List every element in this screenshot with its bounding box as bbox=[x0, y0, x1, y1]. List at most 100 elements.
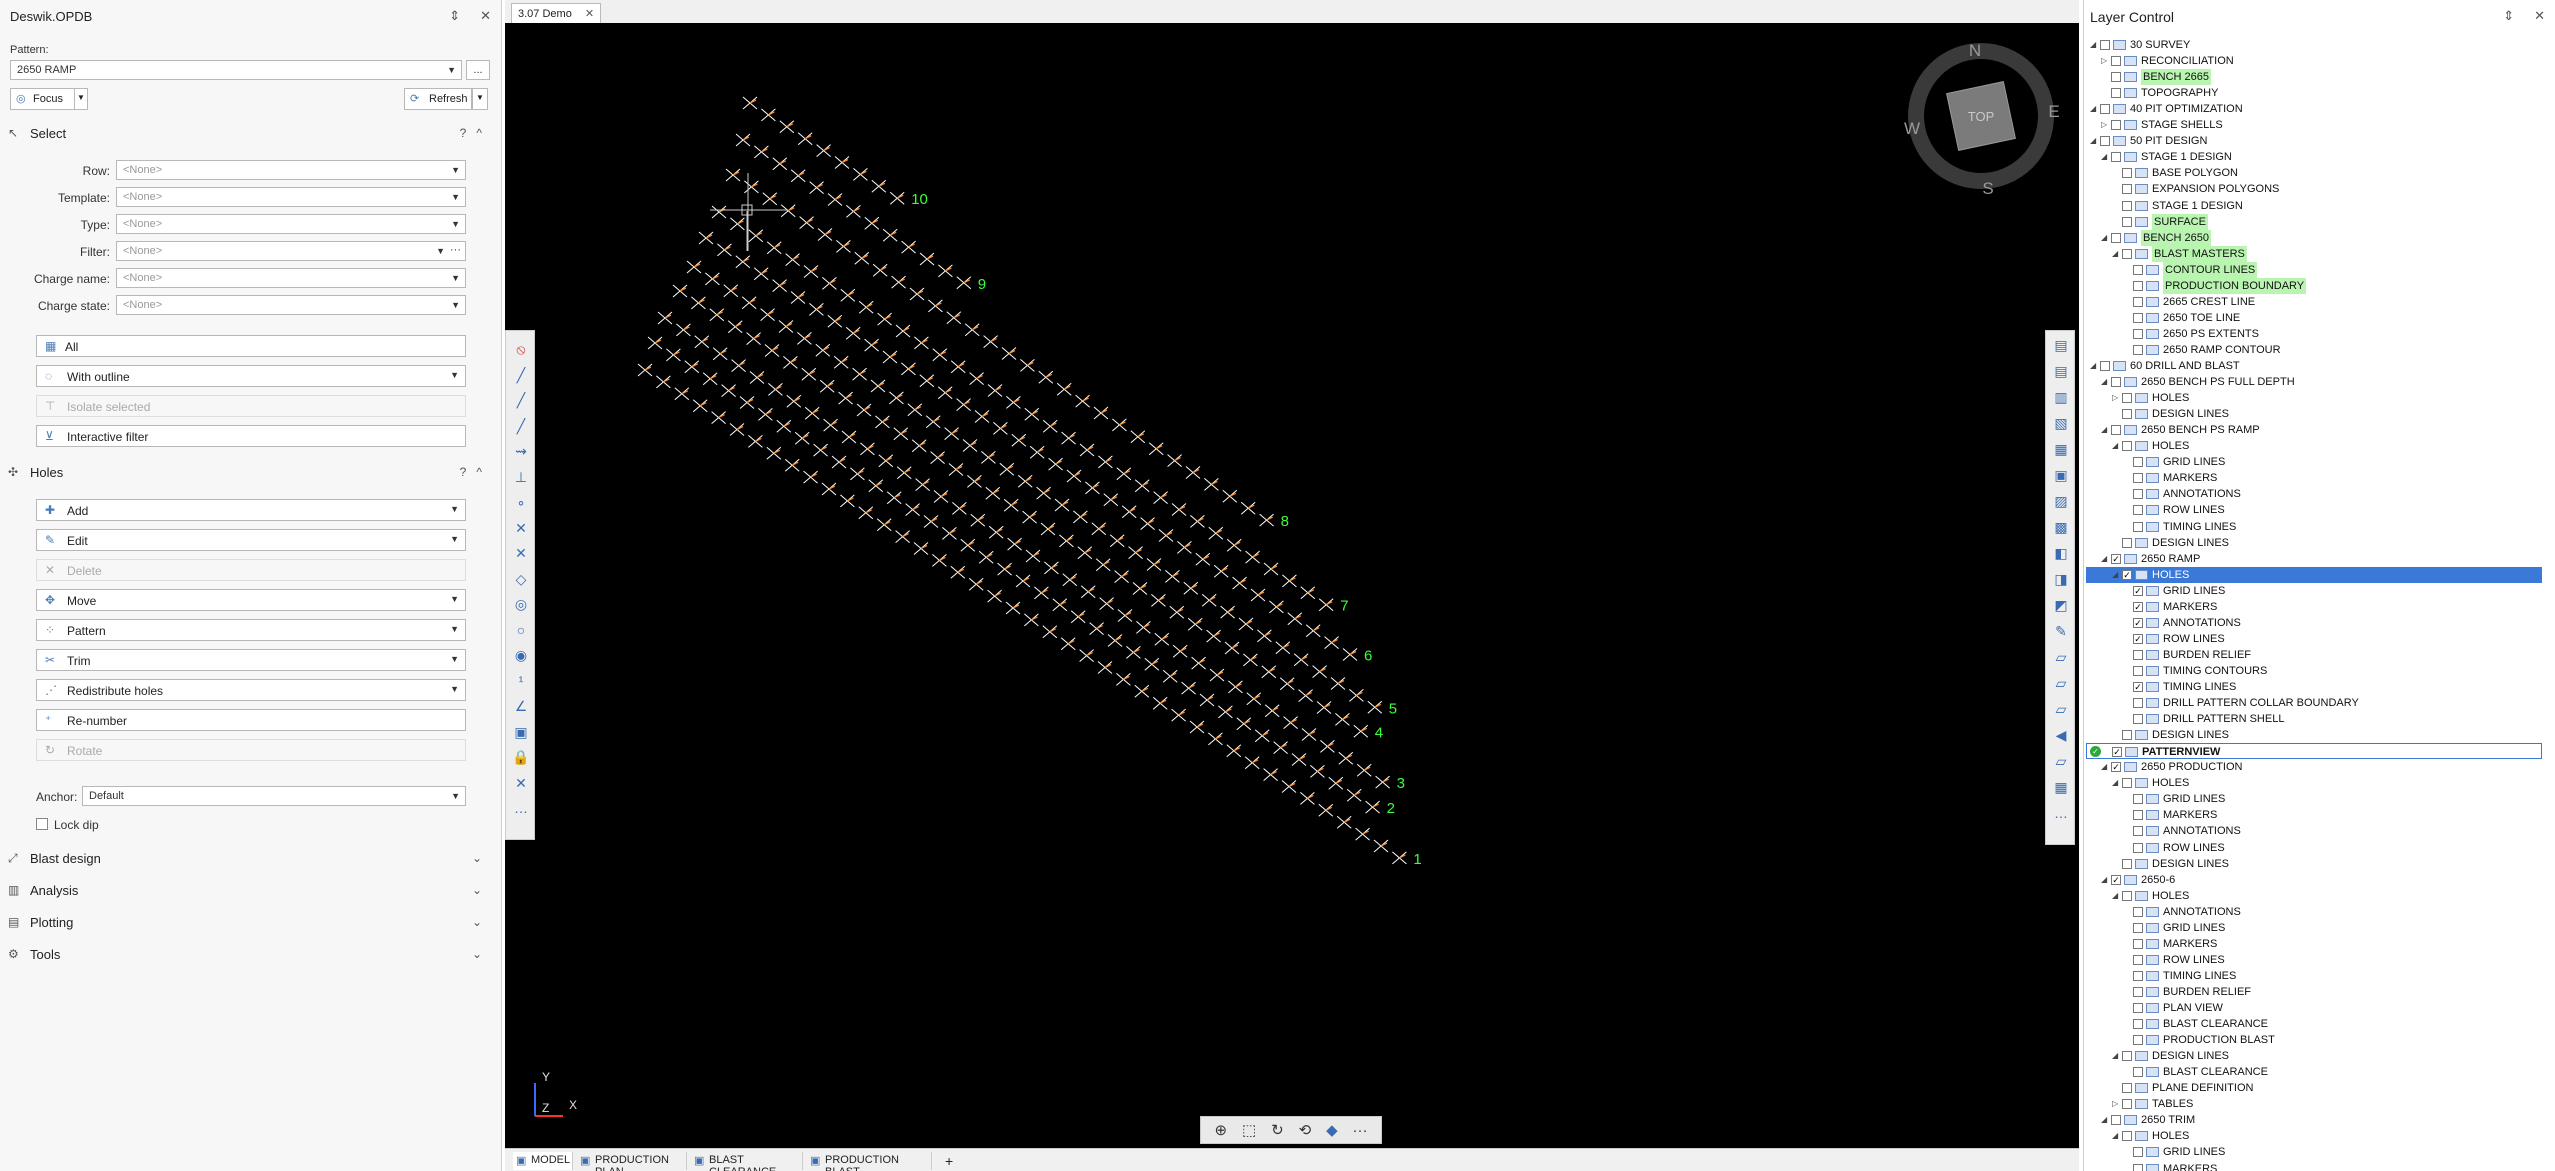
layer-visibility-checkbox[interactable] bbox=[2133, 826, 2143, 837]
layout-tab-blast-clearance[interactable]: ▣ BLAST CLEARANCE bbox=[691, 1152, 803, 1171]
holes-trim-button[interactable]: ✂ Trim ▼ bbox=[36, 649, 466, 671]
blast-hole[interactable] bbox=[1080, 585, 1096, 599]
blast-hole[interactable] bbox=[893, 427, 909, 441]
blast-hole[interactable] bbox=[1222, 489, 1238, 503]
blast-hole[interactable] bbox=[778, 320, 794, 333]
blast-hole[interactable] bbox=[784, 458, 800, 472]
blast-hole[interactable] bbox=[1158, 529, 1174, 542]
layer-visibility-checkbox[interactable]: ✓ bbox=[2133, 617, 2143, 628]
blast-hole[interactable] bbox=[858, 300, 874, 314]
blast-hole[interactable] bbox=[845, 326, 861, 340]
layer-visibility-checkbox[interactable] bbox=[2133, 970, 2143, 981]
blast-hole[interactable] bbox=[1250, 588, 1266, 602]
layer-row[interactable]: TIMING CONTOURS bbox=[2086, 663, 2542, 679]
blast-hole[interactable] bbox=[749, 371, 765, 384]
layer-visibility-checkbox[interactable] bbox=[2133, 1147, 2143, 1158]
hole-pattern-view[interactable]: 10987654321 TOP N S E W Y Z X bbox=[505, 23, 2079, 1148]
blast-hole[interactable] bbox=[983, 335, 998, 348]
blast-hole[interactable] bbox=[772, 157, 788, 171]
blast-hole[interactable] bbox=[1273, 741, 1288, 754]
layer-visibility-checkbox[interactable]: ✓ bbox=[2111, 874, 2121, 885]
blast-hole[interactable] bbox=[914, 336, 929, 350]
layer-visibility-checkbox[interactable] bbox=[2100, 136, 2110, 147]
view-style-icon[interactable]: ◆ bbox=[1326, 1121, 1338, 1139]
chevron-up-icon[interactable]: ^ bbox=[476, 126, 492, 140]
blast-hole[interactable] bbox=[987, 384, 1003, 397]
view-tool-icon[interactable]: ◀ bbox=[2051, 725, 2071, 745]
holes-rotate-button[interactable]: ↻ Rotate bbox=[36, 739, 466, 761]
blast-hole[interactable] bbox=[1336, 815, 1352, 829]
blast-hole[interactable] bbox=[930, 451, 945, 464]
no-snap-icon[interactable]: ⦸ bbox=[511, 339, 531, 359]
blast-hole[interactable] bbox=[1038, 370, 1054, 384]
blast-hole[interactable] bbox=[1171, 503, 1187, 516]
blast-hole[interactable] bbox=[1126, 646, 1141, 659]
blast-hole[interactable] bbox=[1151, 594, 1166, 607]
layer-row[interactable]: ANNOTATIONS bbox=[2086, 486, 2542, 502]
blast-hole[interactable] bbox=[1238, 617, 1254, 631]
view-tool-icon[interactable]: ▱ bbox=[2051, 751, 2071, 771]
view-cube[interactable]: TOP N S E W bbox=[1904, 41, 2060, 198]
focus-button[interactable]: ◎ Focus bbox=[10, 88, 76, 110]
blast-hole[interactable] bbox=[1190, 515, 1205, 528]
blast-hole[interactable] bbox=[1169, 605, 1185, 619]
layer-row[interactable]: GRID LINES bbox=[2086, 454, 2542, 470]
blast-hole[interactable] bbox=[727, 320, 743, 334]
arc-icon[interactable]: ╱ bbox=[511, 416, 531, 436]
blast-hole[interactable] bbox=[647, 336, 663, 350]
blast-hole[interactable] bbox=[760, 308, 775, 321]
blast-hole[interactable] bbox=[1263, 562, 1279, 576]
blast-hole[interactable] bbox=[1117, 609, 1133, 622]
perpendicular-icon[interactable]: ⊥ bbox=[511, 467, 531, 487]
blast-hole[interactable] bbox=[831, 455, 847, 469]
blast-hole[interactable] bbox=[925, 415, 941, 429]
layer-row[interactable]: ✓ ✓ PATTERNVIEW bbox=[2086, 743, 2542, 760]
blast-hole[interactable] bbox=[1034, 586, 1049, 600]
blast-hole[interactable] bbox=[950, 360, 966, 374]
blast-hole[interactable] bbox=[786, 394, 802, 408]
blast-hole[interactable] bbox=[780, 204, 796, 218]
blast-hole[interactable] bbox=[852, 367, 867, 381]
blast-hole[interactable] bbox=[1240, 501, 1256, 515]
layer-row[interactable]: PRODUCTION BOUNDARY bbox=[2086, 277, 2542, 294]
blast-hole[interactable] bbox=[813, 443, 828, 457]
blast-hole[interactable] bbox=[997, 562, 1012, 576]
blast-hole[interactable] bbox=[804, 406, 820, 420]
blast-hole[interactable] bbox=[1254, 729, 1270, 743]
collapse-arrow-icon[interactable]: ◢ bbox=[2101, 1112, 2107, 1128]
blast-hole[interactable] bbox=[956, 398, 971, 411]
blast-hole[interactable] bbox=[809, 303, 824, 316]
cross-icon[interactable]: ✕ bbox=[511, 518, 531, 538]
blast-hole[interactable] bbox=[882, 228, 898, 242]
blast-hole[interactable] bbox=[932, 554, 947, 567]
polyline-icon[interactable]: ╱ bbox=[511, 390, 531, 410]
layer-visibility-checkbox[interactable] bbox=[2111, 120, 2121, 131]
view-tool-icon[interactable]: ▥ bbox=[2051, 387, 2071, 407]
blast-hole[interactable] bbox=[909, 287, 925, 301]
blast-hole[interactable] bbox=[1209, 668, 1225, 682]
layer-row[interactable]: TOPOGRAPHY bbox=[2086, 85, 2542, 101]
blast-hole[interactable] bbox=[1136, 621, 1151, 634]
blast-hole[interactable] bbox=[1040, 522, 1056, 536]
blast-hole[interactable] bbox=[932, 348, 948, 362]
blast-hole[interactable] bbox=[919, 374, 935, 388]
blast-hole[interactable] bbox=[1070, 610, 1086, 624]
blast-hole[interactable] bbox=[1291, 753, 1307, 766]
blast-hole[interactable] bbox=[741, 296, 757, 310]
layer-row[interactable]: ◢ 50 PIT DESIGN bbox=[2086, 133, 2542, 149]
layer-visibility-checkbox[interactable] bbox=[2133, 1035, 2143, 1046]
layer-row[interactable]: ◢ 2650 BENCH PS FULL DEPTH bbox=[2086, 374, 2542, 390]
holes-section-header[interactable]: ✣ Holes ?^ bbox=[0, 463, 502, 485]
layer-visibility-checkbox[interactable] bbox=[2111, 1115, 2121, 1126]
chevron-down-icon[interactable]: ⌄ bbox=[472, 883, 492, 897]
blast-hole[interactable] bbox=[907, 403, 923, 417]
blast-hole[interactable] bbox=[993, 422, 1008, 435]
blast-hole[interactable] bbox=[721, 384, 736, 397]
layer-visibility-checkbox[interactable] bbox=[2133, 986, 2143, 997]
layer-visibility-checkbox[interactable] bbox=[2111, 232, 2121, 243]
layer-visibility-checkbox[interactable] bbox=[2133, 954, 2143, 965]
help-icon[interactable]: ? bbox=[460, 465, 477, 479]
layer-visibility-checkbox[interactable] bbox=[2111, 88, 2121, 99]
collapse-arrow-icon[interactable]: ◢ bbox=[2101, 230, 2107, 246]
blast-hole[interactable] bbox=[1140, 517, 1155, 530]
